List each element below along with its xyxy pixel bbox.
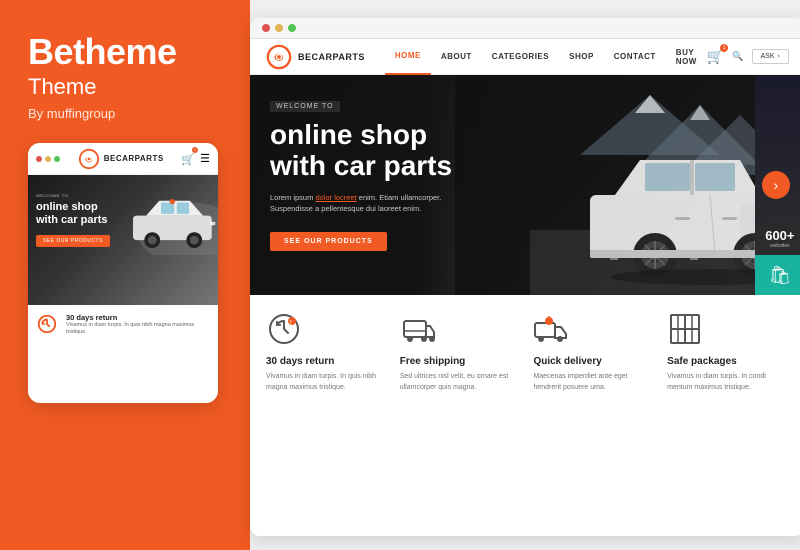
- nav-item-about[interactable]: ABOUT: [431, 39, 482, 75]
- mobile-mockup: BECARPARTS 🛒 1 ☰: [28, 143, 218, 403]
- feature-return: ! 30 days return Vivamus in diam turpis.…: [266, 311, 388, 393]
- delivery-icon: [533, 311, 569, 347]
- mobile-nav-icons: 🛒 1 ☰: [181, 150, 210, 168]
- feature-delivery: Quick delivery Maecenas imperdiet ante e…: [533, 311, 655, 393]
- desktop-nav-logo: BECARPARTS: [266, 44, 365, 70]
- mobile-feature-desc: Vivamus in diam turpis. In quis nibh mag…: [66, 322, 210, 336]
- feature-packages-desc: Vivamus in diam turpis. In condi mentum …: [667, 372, 789, 393]
- brand-title: Betheme: [28, 32, 222, 72]
- desktop-hero: H: [250, 75, 800, 295]
- mobile-cart-badge: 🛒 1: [181, 150, 195, 168]
- desktop-logo-text: BECARPARTS: [298, 52, 365, 62]
- desktop-nav-items: HOME ABOUT CATEGORIES SHOP CONTACT BUY N…: [385, 39, 707, 75]
- nav-item-home[interactable]: HOME: [385, 39, 431, 75]
- feature-delivery-title: Quick delivery: [533, 356, 655, 367]
- hero-link: dolor locreet: [315, 193, 356, 202]
- desktop-main-headline: online shop with car parts: [270, 120, 452, 182]
- desktop-hero-desc: Lorem ipsum dolor locreet enim. Etiam ul…: [270, 192, 452, 215]
- desktop-nav: BECARPARTS HOME ABOUT CATEGORIES SHOP CO…: [250, 39, 800, 75]
- mobile-logo-text: BECARPARTS: [104, 154, 164, 163]
- brand-by: By muffingroup: [28, 106, 222, 121]
- mobile-hero-car: [113, 185, 218, 255]
- desktop-hero-car: H: [455, 75, 800, 295]
- feature-packages: Safe packages Vivamus in diam turpis. In…: [667, 311, 789, 393]
- desktop-hero-cta[interactable]: SEE OUR PRODUCTS: [270, 232, 387, 251]
- desktop-cart-badge: 1: [720, 44, 728, 52]
- nav-item-contact[interactable]: CONTACT: [604, 39, 666, 75]
- mobile-feature-title: 30 days return: [66, 313, 210, 322]
- feature-delivery-desc: Maecenas imperdiet ante eget hendrerit p…: [533, 372, 655, 393]
- mobile-hero-text: WELCOME TO online shopwith car parts SEE…: [36, 193, 110, 247]
- mobile-logo: BECARPARTS: [78, 148, 164, 170]
- headline-line1: online shop: [270, 119, 427, 150]
- desktop-dot-green: [288, 24, 296, 32]
- shopping-bag-strip: 🛍: [755, 255, 800, 295]
- website-counter: 600+ websites: [755, 75, 800, 255]
- features-section: ! 30 days return Vivamus in diam turpis.…: [250, 295, 800, 403]
- mobile-hero: WELCOME TO online shopwith car parts SEE…: [28, 175, 218, 305]
- mobile-cart-icon: 🛒: [181, 154, 195, 166]
- desktop-nav-right: 🛒 1 🔍 ASK ›: [707, 48, 789, 65]
- counter-label: websites: [770, 243, 789, 249]
- brand-subtitle: Theme: [28, 74, 222, 100]
- feature-shipping-desc: Sed ultrices nisl velit, eu ornare est u…: [400, 372, 522, 393]
- mobile-cart-count: 1: [192, 147, 198, 153]
- counter-number: 600+: [765, 228, 794, 243]
- nav-item-buy-now[interactable]: BUY NOW: [666, 39, 707, 75]
- feature-shipping: Free shipping Sed ultrices nisl velit, e…: [400, 311, 522, 393]
- desktop-mockup: BECARPARTS HOME ABOUT CATEGORIES SHOP CO…: [250, 18, 800, 536]
- ask-chevron: ›: [778, 53, 780, 60]
- feature-packages-title: Safe packages: [667, 356, 789, 367]
- shopping-bag-icon: 🛍: [768, 265, 791, 286]
- desktop-dot-yellow: [275, 24, 283, 32]
- left-panel: Betheme Theme By muffingroup BECARPARTS: [0, 0, 250, 550]
- mobile-traffic-lights: [36, 156, 60, 162]
- desktop-hero-content: WELCOME TO online shop with car parts Lo…: [270, 95, 452, 251]
- nav-item-categories[interactable]: CATEGORIES: [482, 39, 559, 75]
- desktop-top-bar: [250, 18, 800, 39]
- nav-item-shop[interactable]: SHOP: [559, 39, 604, 75]
- ask-button[interactable]: ASK ›: [752, 49, 789, 64]
- mobile-headline: online shopwith car parts: [36, 201, 110, 227]
- mobile-dot-red: [36, 156, 42, 162]
- desktop-dot-red: [262, 24, 270, 32]
- mobile-dot-green: [54, 156, 60, 162]
- return-icon: !: [266, 311, 302, 347]
- desktop-logo-icon: [266, 44, 292, 70]
- desktop-welcome-label: WELCOME TO: [270, 101, 340, 112]
- mobile-cta-button[interactable]: SEE OUR PRODUCTS: [36, 235, 110, 247]
- ask-label: ASK: [761, 53, 775, 60]
- mobile-welcome-label: WELCOME TO: [36, 193, 110, 198]
- desktop-cart-icon[interactable]: 🛒 1: [707, 48, 724, 65]
- feature-return-title: 30 days return: [266, 356, 388, 367]
- packages-icon: [667, 311, 703, 347]
- mobile-top-bar: BECARPARTS 🛒 1 ☰: [28, 143, 218, 175]
- slider-next-arrow[interactable]: ›: [762, 171, 790, 199]
- mobile-return-icon: [36, 313, 58, 335]
- shipping-icon: [400, 311, 436, 347]
- mobile-features: 30 days return Vivamus in diam turpis. I…: [28, 305, 218, 344]
- feature-shipping-title: Free shipping: [400, 356, 522, 367]
- search-icon[interactable]: 🔍: [732, 51, 743, 62]
- right-panel: BECARPARTS HOME ABOUT CATEGORIES SHOP CO…: [250, 0, 800, 550]
- headline-line2: with car parts: [270, 150, 452, 181]
- mobile-feature-return: 30 days return Vivamus in diam turpis. I…: [36, 313, 210, 336]
- mobile-logo-icon: [78, 148, 100, 170]
- mobile-dot-yellow: [45, 156, 51, 162]
- feature-return-desc: Vivamus in diam turpis. In quis nibh mag…: [266, 372, 388, 393]
- mobile-menu-icon: ☰: [200, 152, 210, 165]
